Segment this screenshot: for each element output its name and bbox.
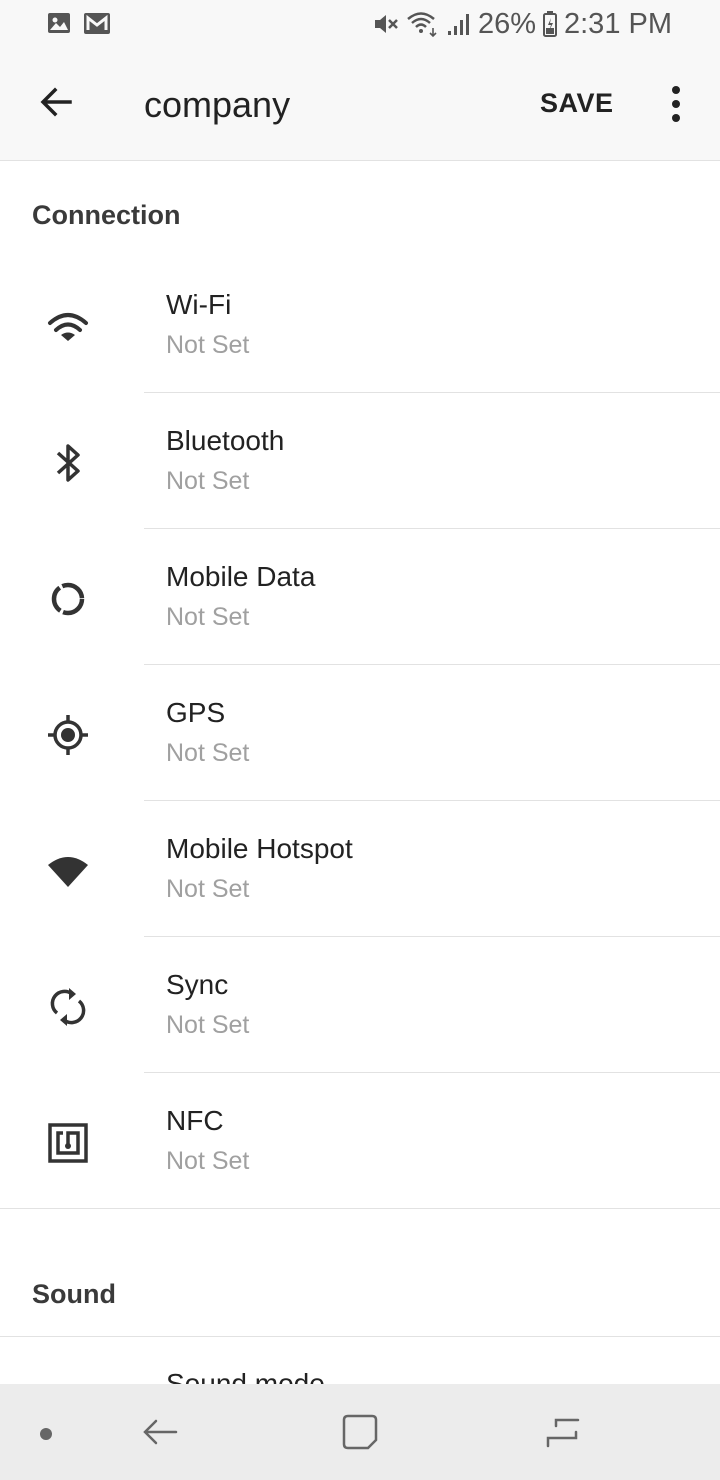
setting-row-bluetooth[interactable]: Bluetooth Not Set <box>0 393 720 529</box>
mobile-data-icon <box>42 573 94 625</box>
navigation-bar <box>0 1384 720 1480</box>
setting-row-nfc[interactable]: NFC Not Set <box>0 1073 720 1209</box>
gmail-icon <box>82 10 112 36</box>
sync-icon <box>42 981 94 1033</box>
nav-back-icon[interactable] <box>140 1412 180 1452</box>
nfc-icon <box>42 1117 94 1169</box>
setting-row-mobile-hotspot[interactable]: Mobile Hotspot Not Set <box>0 801 720 937</box>
setting-value: Not Set <box>166 331 250 359</box>
setting-row-wifi[interactable]: Wi-Fi Not Set <box>0 257 720 393</box>
setting-value: Not Set <box>166 875 250 903</box>
section-header-connection: Connection <box>0 161 720 258</box>
setting-row-gps[interactable]: GPS Not Set <box>0 665 720 801</box>
status-bar: 26% 2:31 PM <box>0 0 720 52</box>
setting-value: Not Set <box>166 1147 250 1175</box>
page-title: company <box>144 84 291 125</box>
dot-icon[interactable] <box>38 1426 54 1442</box>
back-arrow-icon <box>38 84 74 125</box>
battery-percent: 26% <box>477 7 536 40</box>
more-vert-icon-dot <box>672 100 680 108</box>
signal-icon <box>446 11 472 37</box>
bluetooth-icon <box>42 437 94 489</box>
setting-title: Mobile Data <box>166 561 316 592</box>
setting-row-mobile-data[interactable]: Mobile Data Not Set <box>0 529 720 665</box>
more-vert-icon-dot <box>672 114 680 122</box>
gallery-icon <box>46 10 72 36</box>
battery-icon <box>542 10 558 38</box>
setting-title: Mobile Hotspot <box>166 833 353 864</box>
more-vert-icon-dot <box>672 86 680 94</box>
gps-icon <box>42 709 94 761</box>
recents-icon[interactable] <box>540 1412 584 1452</box>
wifi-icon <box>42 301 94 353</box>
save-button[interactable]: SAVE <box>540 88 614 119</box>
setting-value: Not Set <box>166 739 250 767</box>
setting-row-sync[interactable]: Sync Not Set <box>0 937 720 1073</box>
setting-title: GPS <box>166 697 226 728</box>
setting-title: Bluetooth <box>166 425 285 456</box>
mute-icon <box>372 11 400 37</box>
setting-value: Not Set <box>166 1011 250 1039</box>
wifi-icon <box>406 10 440 38</box>
back-button[interactable] <box>28 76 84 132</box>
home-icon[interactable] <box>340 1412 380 1452</box>
setting-title: NFC <box>166 1105 224 1136</box>
setting-title: Sync <box>166 969 229 1000</box>
hotspot-icon <box>42 845 94 897</box>
more-options-button[interactable] <box>656 82 696 126</box>
setting-value: Not Set <box>166 603 250 631</box>
setting-value: Not Set <box>166 467 250 495</box>
section-title: Sound <box>32 1279 116 1309</box>
clock: 2:31 PM <box>564 7 672 40</box>
status-indicators: 26% 2:31 PM <box>372 6 672 42</box>
app-bar: company SAVE <box>0 52 720 161</box>
status-notifications <box>46 10 112 36</box>
section-header-sound: Sound <box>0 1240 720 1337</box>
section-title: Connection <box>32 200 181 230</box>
setting-title: Wi-Fi <box>166 289 232 320</box>
row-divider <box>0 1208 720 1209</box>
